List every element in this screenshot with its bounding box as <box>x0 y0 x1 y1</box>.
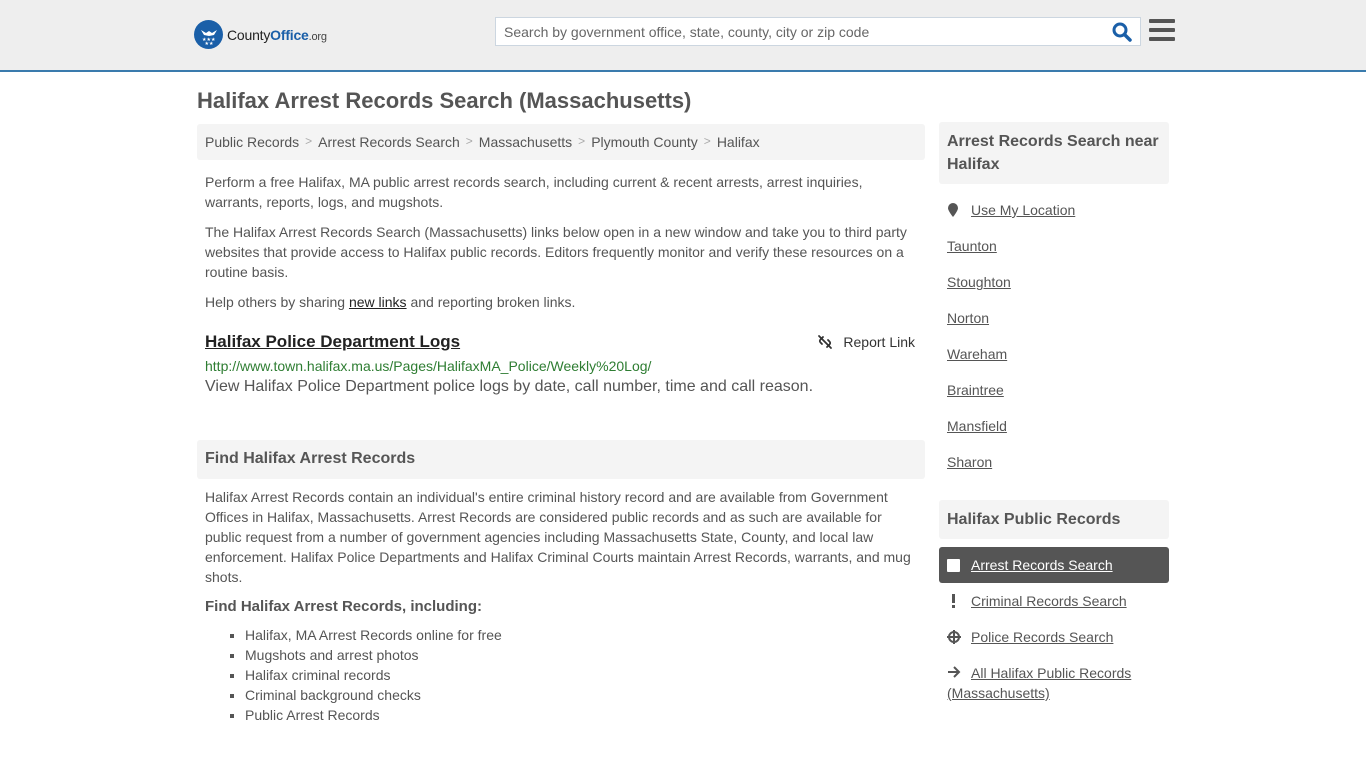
sidebar: Arrest Records Search near Halifax Use M… <box>939 122 1169 703</box>
svg-text:★★: ★★ <box>204 41 213 46</box>
breadcrumb-separator: > <box>703 134 711 148</box>
public-record-item-arrest-records[interactable]: Arrest Records Search <box>939 547 1169 583</box>
report-link-button[interactable]: Report Link <box>817 334 915 350</box>
square-icon <box>947 558 971 572</box>
map-marker-icon <box>947 202 971 218</box>
breadcrumb-public-records[interactable]: Public Records <box>205 134 299 150</box>
page-title: Halifax Arrest Records Search (Massachus… <box>197 88 692 113</box>
share-text: Help others by sharing <box>205 294 349 310</box>
resource-description: View Halifax Police Department police lo… <box>205 378 814 395</box>
nearby-city-wareham[interactable]: Wareham <box>947 346 1007 362</box>
criminal-records-search-link[interactable]: Criminal Records Search <box>971 593 1127 609</box>
search-input[interactable] <box>496 18 1096 45</box>
intro-paragraph: The Halifax Arrest Records Search (Massa… <box>205 224 907 280</box>
eagle-logo-icon: ★★★ ★★ <box>194 20 223 49</box>
arrow-right-icon <box>947 663 971 683</box>
nearby-city-item: Wareham <box>947 336 1161 372</box>
list-item: Public Arrest Records <box>245 705 917 725</box>
share-links-paragraph: Help others by sharing new links and rep… <box>197 292 925 312</box>
breadcrumb-massachusetts[interactable]: Massachusetts <box>479 134 572 150</box>
resource-title-link[interactable]: Halifax Police Department Logs <box>205 332 460 352</box>
search-icon <box>1112 22 1132 42</box>
breadcrumb-separator: > <box>305 134 313 148</box>
breadcrumb: Public Records > Arrest Records Search >… <box>197 124 925 160</box>
police-records-search-link[interactable]: Police Records Search <box>971 629 1113 645</box>
exclamation-icon <box>947 594 971 608</box>
breadcrumb-separator: > <box>465 134 473 148</box>
nearby-city-sharon[interactable]: Sharon <box>947 454 992 470</box>
search-button[interactable] <box>1112 22 1134 42</box>
find-section-subheader: Find Halifax Arrest Records, including: <box>205 598 482 615</box>
share-text: and reporting broken links. <box>406 294 576 310</box>
breadcrumb-plymouth-county[interactable]: Plymouth County <box>591 134 698 150</box>
nearby-city-braintree[interactable]: Braintree <box>947 382 1004 398</box>
crosshair-icon <box>947 630 971 644</box>
breadcrumb-arrest-records-search[interactable]: Arrest Records Search <box>318 134 460 150</box>
main-content: Public Records > Arrest Records Search >… <box>197 124 925 725</box>
nearby-city-norton[interactable]: Norton <box>947 310 989 326</box>
arrest-records-search-link[interactable]: Arrest Records Search <box>971 557 1113 573</box>
public-record-item-criminal-records[interactable]: Criminal Records Search <box>939 583 1169 619</box>
nearby-city-item: Stoughton <box>947 264 1161 300</box>
list-item: Mugshots and arrest photos <box>245 645 917 665</box>
report-link-label: Report Link <box>843 334 915 350</box>
all-public-records-link[interactable]: All Halifax Public Records (Massachusett… <box>947 665 1131 701</box>
nearby-city-stoughton[interactable]: Stoughton <box>947 274 1011 290</box>
public-records-list: Arrest Records Search Criminal Records S… <box>939 547 1169 703</box>
broken-link-icon <box>818 335 833 349</box>
nearby-city-item: Braintree <box>947 372 1161 408</box>
nearby-city-item: Taunton <box>947 228 1161 264</box>
nearby-list: Use My Location Taunton Stoughton Norton… <box>939 192 1169 480</box>
use-my-location-link[interactable]: Use My Location <box>971 202 1075 218</box>
search-box <box>495 17 1141 46</box>
find-section-header: Find Halifax Arrest Records <box>197 440 925 479</box>
breadcrumb-separator: > <box>578 134 586 148</box>
use-location-item: Use My Location <box>947 192 1161 228</box>
public-records-header: Halifax Public Records <box>939 500 1169 539</box>
nearby-city-mansfield[interactable]: Mansfield <box>947 418 1007 434</box>
new-links-link[interactable]: new links <box>349 294 407 310</box>
nearby-header: Arrest Records Search near Halifax <box>939 122 1169 184</box>
list-item: Halifax, MA Arrest Records online for fr… <box>245 625 917 645</box>
find-section-paragraph: Halifax Arrest Records contain an indivi… <box>205 489 911 585</box>
find-section-list: Halifax, MA Arrest Records online for fr… <box>205 625 917 725</box>
public-record-item-police-records[interactable]: Police Records Search <box>939 619 1169 655</box>
resource-item: Halifax Police Department Logs Report Li… <box>197 332 925 396</box>
resource-url-link[interactable]: http://www.town.halifax.ma.us/Pages/Hali… <box>205 358 917 374</box>
public-record-item-all-records[interactable]: All Halifax Public Records (Massachusett… <box>939 655 1169 703</box>
nearby-city-item: Mansfield <box>947 408 1161 444</box>
breadcrumb-halifax[interactable]: Halifax <box>717 134 760 150</box>
intro: Perform a free Halifax, MA public arrest… <box>197 172 925 312</box>
list-item: Criminal background checks <box>245 685 917 705</box>
logo-text: CountyOffice.org <box>227 26 327 43</box>
site-logo[interactable]: ★★★ ★★ CountyOffice.org <box>194 20 327 49</box>
hamburger-menu-icon[interactable] <box>1149 19 1175 41</box>
nearby-city-item: Norton <box>947 300 1161 336</box>
nearby-city-item: Sharon <box>947 444 1161 480</box>
find-section-body: Halifax Arrest Records contain an indivi… <box>197 479 925 725</box>
list-item: Halifax criminal records <box>245 665 917 685</box>
intro-paragraph: Perform a free Halifax, MA public arrest… <box>205 174 863 210</box>
site-header: ★★★ ★★ CountyOffice.org <box>0 0 1366 72</box>
nearby-city-taunton[interactable]: Taunton <box>947 238 997 254</box>
